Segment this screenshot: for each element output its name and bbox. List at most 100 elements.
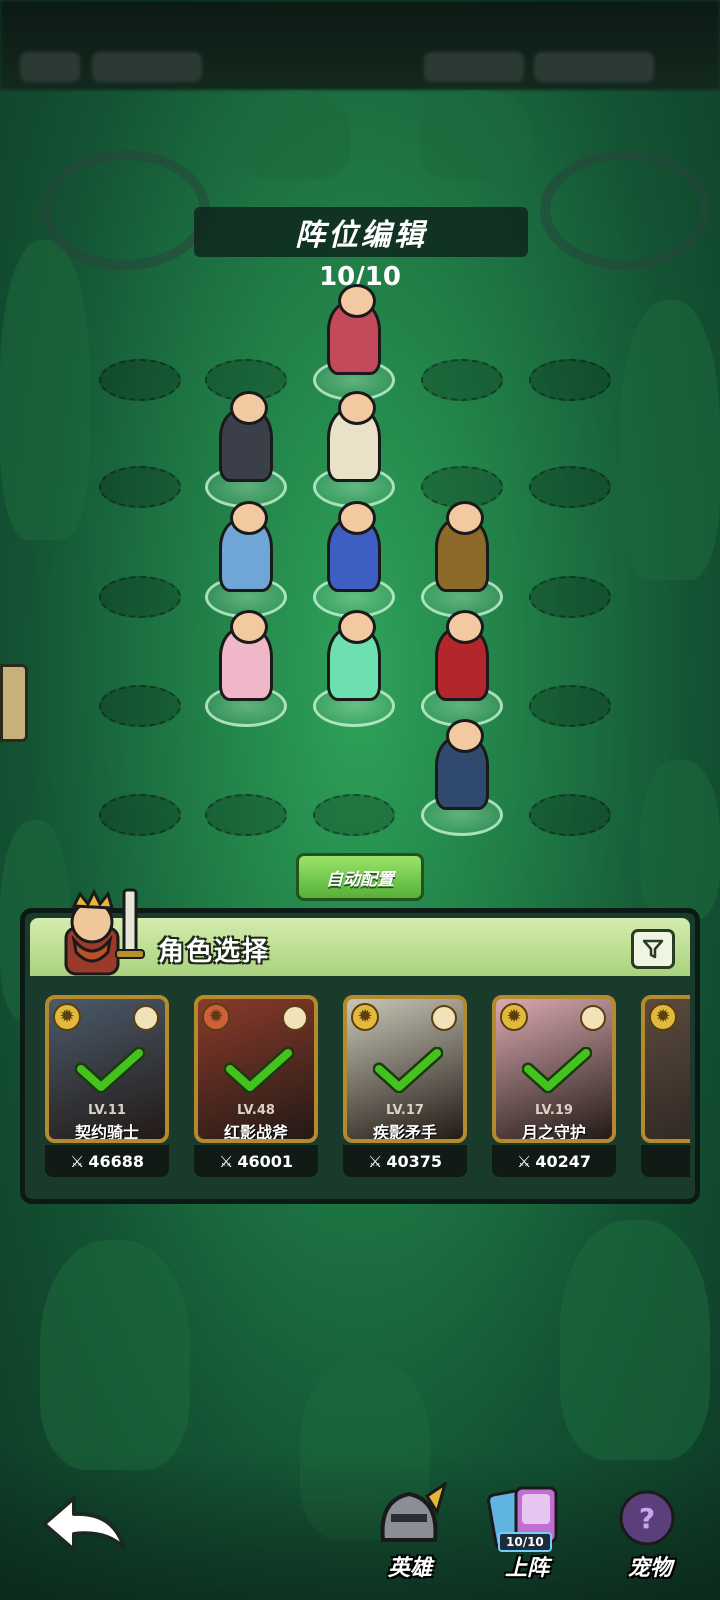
card-name: 契约骑士 <box>74 1123 139 1142</box>
formation-slot[interactable] <box>529 359 611 401</box>
back-arrow-button[interactable] <box>36 1490 132 1560</box>
blonde-spearman-icon <box>327 391 381 482</box>
helmet-icon <box>380 1480 448 1542</box>
mystery-egg-icon: ? <box>619 1490 675 1546</box>
character-card[interactable]: ✹ LV.11 契约骑士 ⚔ 46688 <box>45 995 169 1177</box>
dark-mage-icon <box>219 391 273 482</box>
power-value: 40247 <box>535 1151 591 1171</box>
formation-slot[interactable] <box>421 359 503 401</box>
character-card-list[interactable]: ✹ LV.11 契约骑士 ⚔ 46688 ✹ LV.48 红影战斧 ⚔ 4600 <box>45 995 690 1185</box>
character-card[interactable]: ✹ LV.17 疾影矛手 ⚔ 40375 <box>343 995 467 1177</box>
formation-slot[interactable] <box>99 794 181 836</box>
green-skull-hero[interactable] <box>309 610 399 714</box>
sun-element-icon: ✹ <box>649 1003 677 1031</box>
svg-text:?: ? <box>639 1502 655 1535</box>
character-card-partial[interactable]: ✹ <box>641 995 690 1177</box>
card-level: LV.48 <box>237 1103 275 1118</box>
nav-pet-tab[interactable]: ? 宠物 <box>605 1482 695 1582</box>
card-level: LV.17 <box>386 1103 424 1118</box>
gem-currency-placeholder <box>424 52 524 82</box>
green-skull-icon <box>327 610 381 701</box>
horned-knight-hero[interactable] <box>417 501 507 605</box>
card-power: ⚔ 40247 <box>492 1145 616 1177</box>
sun-element-icon: ✹ <box>500 1003 528 1031</box>
blonde-spearman-hero[interactable] <box>309 391 399 495</box>
hero-head <box>446 610 484 644</box>
card-art: ✹ <box>641 995 690 1143</box>
formation-slot[interactable] <box>99 685 181 727</box>
sun-element-icon: ✹ <box>53 1003 81 1031</box>
character-card[interactable]: ✹ LV.48 红影战斧 ⚔ 46001 <box>194 995 318 1177</box>
selected-check-icon <box>75 1047 145 1093</box>
tree-decor <box>240 90 350 180</box>
dwarf-gunner-hero[interactable] <box>309 284 399 388</box>
sun-element-icon: ✹ <box>351 1003 379 1031</box>
formation-badge: 10/10 <box>498 1532 552 1552</box>
card-power: ⚔ 40375 <box>343 1145 467 1177</box>
blue-monk-hero[interactable] <box>201 501 291 605</box>
hero-head <box>338 391 376 425</box>
vampire-hero[interactable] <box>417 610 507 714</box>
character-select-panel: 角色选择 ✹ LV.11 契约骑士 ⚔ 46688 ✹ LV.48 红影战斧 ⚔… <box>20 888 700 1204</box>
stone-ring-decor <box>540 150 710 270</box>
crossed-swords-icon: ⚔ <box>69 1151 85 1171</box>
power-value: 46688 <box>88 1151 144 1171</box>
formation-slot[interactable] <box>313 794 395 836</box>
character-card[interactable]: ✹ LV.19 月之守护 ⚔ 40247 <box>492 995 616 1177</box>
class-icon <box>133 1005 159 1031</box>
nav-formation-tab[interactable]: 10/10 上阵 <box>482 1482 572 1582</box>
formation-slot[interactable] <box>99 466 181 508</box>
tree-decor <box>620 300 720 580</box>
card-name: 月之守护 <box>521 1123 586 1142</box>
hero-head <box>230 610 268 644</box>
formation-slot[interactable] <box>99 359 181 401</box>
card-art: ✹ LV.48 红影战斧 <box>194 995 318 1143</box>
card-power <box>641 1145 690 1177</box>
blue-monk-icon <box>219 501 273 592</box>
gold-currency-placeholder <box>534 52 654 82</box>
hero-head <box>230 391 268 425</box>
card-power: ⚔ 46688 <box>45 1145 169 1177</box>
formation-slot[interactable] <box>529 685 611 727</box>
card-level: LV.11 <box>88 1103 126 1118</box>
class-icon <box>580 1005 606 1031</box>
formation-slot[interactable] <box>529 466 611 508</box>
card-art: ✹ LV.11 契约骑士 <box>45 995 169 1143</box>
power-value: 40375 <box>386 1151 442 1171</box>
nav-hero-tab[interactable]: 英雄 <box>365 1480 455 1582</box>
auto-configure-button[interactable]: 自动配置 <box>296 853 424 901</box>
hero-head <box>446 719 484 753</box>
dark-mage-hero[interactable] <box>201 391 291 495</box>
hero-head <box>338 501 376 535</box>
hero-head <box>338 610 376 644</box>
crossed-swords-icon: ⚔ <box>516 1151 532 1171</box>
hero-head <box>230 501 268 535</box>
card-art: ✹ LV.17 疾影矛手 <box>343 995 467 1143</box>
avatar-placeholder <box>20 52 80 82</box>
formation-slot[interactable] <box>99 576 181 618</box>
card-power: ⚔ 46001 <box>194 1145 318 1177</box>
blue-angel-hero[interactable] <box>309 501 399 605</box>
red-axe-hero[interactable] <box>417 719 507 823</box>
moon-bunny-hero[interactable] <box>201 610 291 714</box>
formation-slot[interactable] <box>205 794 287 836</box>
power-value: 46001 <box>237 1151 293 1171</box>
tree-decor <box>640 760 720 920</box>
card-level: LV.19 <box>535 1103 573 1118</box>
filter-button[interactable] <box>631 929 675 969</box>
moon-bunny-icon <box>219 610 273 701</box>
card-art: ✹ LV.19 月之守护 <box>492 995 616 1143</box>
player-name-placeholder <box>92 52 202 82</box>
king-mascot-icon <box>64 888 145 976</box>
formation-slot[interactable] <box>529 576 611 618</box>
vampire-icon <box>435 610 489 701</box>
hero-head <box>338 284 376 318</box>
panel-title: 角色选择 <box>158 937 271 967</box>
dwarf-gunner-icon <box>327 284 381 375</box>
formation-slot[interactable] <box>529 794 611 836</box>
stone-ring-decor <box>40 150 210 270</box>
page-title: 阵位编辑 <box>194 207 528 257</box>
card-name: 疾影矛手 <box>372 1123 437 1142</box>
fire-element-icon: ✹ <box>202 1003 230 1031</box>
panel-header: 角色选择 <box>30 888 690 976</box>
